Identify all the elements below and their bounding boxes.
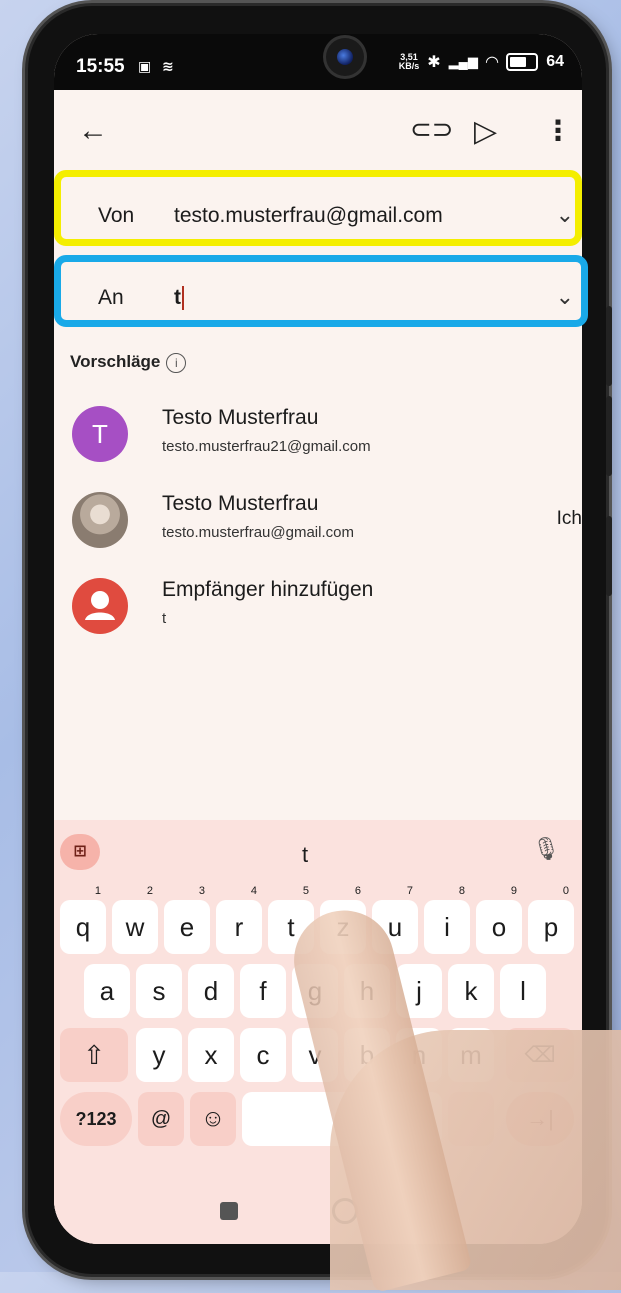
key-o-label: o [491,912,507,942]
paperclip-icon[interactable]: ⊂⊃ [410,114,454,145]
at-key[interactable]: @ [138,1092,184,1146]
person-icon [72,578,128,634]
key-e-label: e [179,912,195,942]
key-x[interactable]: x [188,1028,234,1082]
from-label: Von [98,204,135,227]
shift-key-icon[interactable]: ⇧ [60,1028,128,1082]
person-icon-svg [85,591,115,620]
key-i-label: i [444,912,450,942]
battery-icon [506,53,539,71]
keyboard-suggestion[interactable]: t [302,842,308,868]
contact-name: Testo Musterfrau [162,406,319,429]
info-icon[interactable]: i [166,352,187,373]
key-r-label: r [234,912,244,942]
emoji-icon[interactable]: ☺ [190,1092,236,1146]
to-input-text: t [174,286,181,309]
key-u-digit: 7 [406,885,413,897]
key-e[interactable]: e3 [164,886,210,954]
avatar [72,492,128,548]
key-t-digit: 5 [302,885,309,897]
key-f[interactable]: f [240,964,286,1018]
key-e-digit: 3 [198,885,205,897]
status-time: 15:55 [76,56,125,77]
key-p[interactable]: p0 [528,886,574,954]
key-u-label: u [387,912,403,942]
key-q[interactable]: q1 [60,886,106,954]
net-speed: 3,51 KB/s [399,53,420,71]
key-c[interactable]: c [240,1028,286,1082]
key-w-digit: 2 [146,885,153,897]
compose-toolbar: ← ⊂⊃ ▷ ⋮ [54,90,582,174]
key-o-digit: 9 [510,885,517,897]
volume-down-button [606,396,612,476]
suggestion-item[interactable]: T Testo Musterfrau testo.musterfrau21@gm… [68,402,568,470]
battery-level: 64 [546,53,564,70]
notification-icon: ▣ [138,58,152,74]
bluetooth-icon: ✱ [427,54,441,71]
key-r[interactable]: r4 [216,886,262,954]
key-r-digit: 4 [250,885,257,897]
recents-button-icon[interactable] [220,1202,238,1220]
chevron-down-icon[interactable]: ⌄ [556,202,574,228]
avatar: T [72,406,128,462]
microphone-icon[interactable]: 🎙 [532,836,560,862]
more-vert-icon[interactable]: ⋮ [544,114,572,147]
net-speed-unit: KB/s [398,61,420,71]
key-p-label: p [543,912,559,942]
add-recipient-value: t [162,610,167,627]
contact-name: Testo Musterfrau [162,492,319,515]
send-icon[interactable]: ▷ [474,114,497,149]
status-bar: 15:55 ▣ ≋ 3,51 KB/s ✱ ▂▄▆ ◠ 64 [54,34,582,90]
suggestions-title: Vorschläge i [70,352,187,373]
add-recipient-label: Empfänger hinzufügen [162,578,374,601]
key-w-label: w [125,912,145,942]
wifi-icon: ◠ [485,54,499,71]
power-button [606,516,612,596]
key-y[interactable]: y [136,1028,182,1082]
key-k[interactable]: k [448,964,494,1018]
to-label: An [98,286,124,309]
key-l[interactable]: l [500,964,546,1018]
key-q-label: q [75,912,91,942]
symbols-key[interactable]: ?123 [60,1092,132,1146]
suggestion-item[interactable]: Testo Musterfrau testo.musterfrau@gmail.… [68,488,582,556]
volume-up-button [606,306,612,386]
key-s[interactable]: s [136,964,182,1018]
from-value: testo.musterfrau@gmail.com [174,204,443,227]
contact-email: testo.musterfrau@gmail.com [162,524,354,541]
chevron-down-icon[interactable]: ⌄ [556,284,574,310]
back-arrow-icon[interactable]: ← [78,114,108,148]
contact-email: testo.musterfrau21@gmail.com [162,438,371,455]
signal-icon: ▂▄▆ [448,54,478,69]
to-field[interactable]: An t ⌄ [80,266,582,332]
key-w[interactable]: w2 [112,886,158,954]
key-i[interactable]: i8 [424,886,470,954]
sync-icon: ≋ [162,58,174,74]
to-input[interactable]: t [174,286,184,311]
keyboard-suggestion-bar: ⊞ t 🎙 [54,820,582,884]
status-right: 3,51 KB/s ✱ ▂▄▆ ◠ 64 [399,52,564,72]
key-i-digit: 8 [458,885,465,897]
key-q-digit: 1 [94,885,101,897]
apps-grid-icon[interactable]: ⊞ [60,834,100,870]
suggestion-item[interactable]: Empfänger hinzufügen t [68,574,568,642]
key-p-digit: 0 [562,885,569,897]
suggestions-title-text: Vorschläge [70,352,161,371]
front-camera [326,38,364,76]
text-cursor [182,286,184,311]
key-t-label: t [287,912,295,942]
from-field[interactable]: Von testo.musterfrau@gmail.com ⌄ [80,184,582,250]
key-a[interactable]: a [84,964,130,1018]
key-z-digit: 6 [354,885,361,897]
key-d[interactable]: d [188,964,234,1018]
me-badge: Ich [556,508,582,529]
key-o[interactable]: o9 [476,886,522,954]
